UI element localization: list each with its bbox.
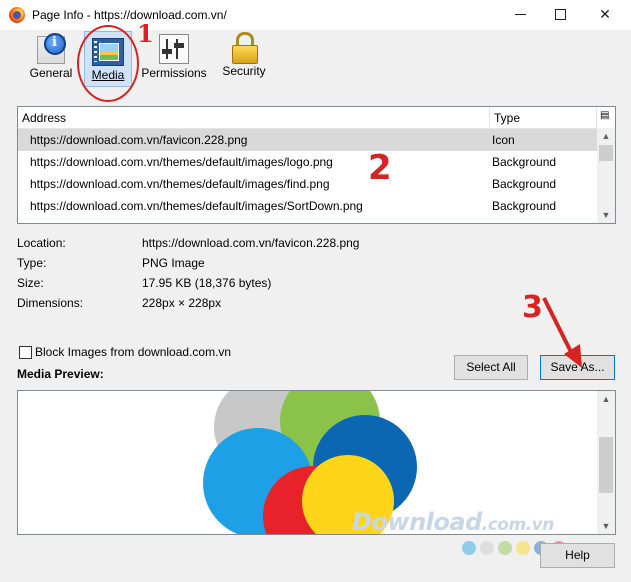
column-divider[interactable] bbox=[489, 107, 490, 128]
media-preview-label: Media Preview: bbox=[17, 367, 104, 381]
scroll-thumb[interactable] bbox=[599, 437, 613, 493]
table-row[interactable]: https://download.com.vn/themes/default/i… bbox=[18, 195, 597, 217]
help-button[interactable]: Help bbox=[540, 543, 615, 568]
row-address: https://download.com.vn/themes/default/i… bbox=[30, 199, 363, 213]
column-header-type[interactable]: Type bbox=[494, 111, 520, 125]
detail-label: Dimensions: bbox=[17, 296, 84, 310]
scroll-up-icon[interactable]: ▲ bbox=[597, 128, 615, 144]
permissions-icon bbox=[159, 34, 189, 64]
annotation-step-2: 2 bbox=[368, 148, 392, 188]
list-scrollbar[interactable]: ▲ ▼ bbox=[597, 128, 615, 223]
column-picker-icon[interactable]: ▤ bbox=[600, 110, 612, 122]
row-type: Background bbox=[492, 199, 557, 213]
row-address: https://download.com.vn/favicon.228.png bbox=[30, 133, 248, 147]
info-icon bbox=[37, 33, 66, 64]
tab-general[interactable]: General bbox=[27, 30, 75, 86]
tab-general-label: General bbox=[29, 66, 73, 80]
watermark-text: Download bbox=[352, 508, 482, 536]
row-type: Background bbox=[492, 155, 557, 169]
detail-label: Type: bbox=[17, 256, 47, 270]
firefox-icon bbox=[9, 7, 25, 23]
annotation-circle bbox=[77, 25, 139, 102]
window-title: Page Info - https://download.com.vn/ bbox=[32, 8, 227, 22]
table-row[interactable]: https://download.com.vn/themes/default/i… bbox=[18, 173, 597, 195]
tab-security-label: Security bbox=[222, 64, 266, 78]
detail-label: Size: bbox=[17, 276, 44, 290]
row-address: https://download.com.vn/themes/default/i… bbox=[30, 177, 330, 191]
detail-value: PNG Image bbox=[142, 256, 205, 270]
scroll-down-icon[interactable]: ▼ bbox=[597, 207, 615, 223]
preview-scrollbar[interactable]: ▲ ▼ bbox=[597, 391, 615, 534]
detail-label: Location: bbox=[17, 236, 66, 250]
detail-value: https://download.com.vn/favicon.228.png bbox=[142, 236, 360, 250]
table-row[interactable]: https://download.com.vn/themes/default/i… bbox=[18, 151, 597, 173]
annotation-step-1: 1 bbox=[137, 19, 154, 48]
lock-icon bbox=[231, 32, 258, 64]
row-type: Icon bbox=[492, 133, 515, 147]
maximize-button[interactable] bbox=[546, 4, 576, 24]
scroll-down-icon[interactable]: ▼ bbox=[597, 518, 615, 534]
scroll-thumb[interactable] bbox=[599, 145, 613, 161]
row-address: https://download.com.vn/themes/default/i… bbox=[30, 155, 333, 169]
table-row[interactable]: https://download.com.vn/favicon.228.png … bbox=[18, 129, 597, 151]
block-images-label[interactable]: Block Images from download.com.vn bbox=[35, 345, 231, 359]
scroll-up-icon[interactable]: ▲ bbox=[597, 391, 615, 407]
detail-value: 228px × 228px bbox=[142, 296, 222, 310]
column-header-address[interactable]: Address bbox=[22, 111, 66, 125]
list-header: Address Type ▤ bbox=[18, 107, 615, 129]
tab-security[interactable]: Security bbox=[220, 30, 268, 86]
row-type: Background bbox=[492, 177, 557, 191]
annotation-arrow bbox=[542, 297, 582, 368]
watermark-suffix: .com.vn bbox=[481, 515, 555, 535]
detail-value: 17.95 KB (18,376 bytes) bbox=[142, 276, 272, 290]
close-button[interactable]: ✕ bbox=[590, 4, 620, 24]
media-list[interactable]: Address Type ▤ https://download.com.vn/f… bbox=[17, 106, 616, 224]
minimize-button[interactable] bbox=[506, 4, 536, 24]
select-all-button[interactable]: Select All bbox=[454, 355, 528, 380]
watermark: Download.com.vn bbox=[352, 508, 554, 536]
column-divider bbox=[596, 107, 597, 128]
title-bar: Page Info - https://download.com.vn/ ✕ bbox=[0, 0, 631, 30]
block-images-checkbox[interactable] bbox=[19, 346, 32, 359]
tab-permissions-label: Permissions bbox=[141, 66, 207, 80]
